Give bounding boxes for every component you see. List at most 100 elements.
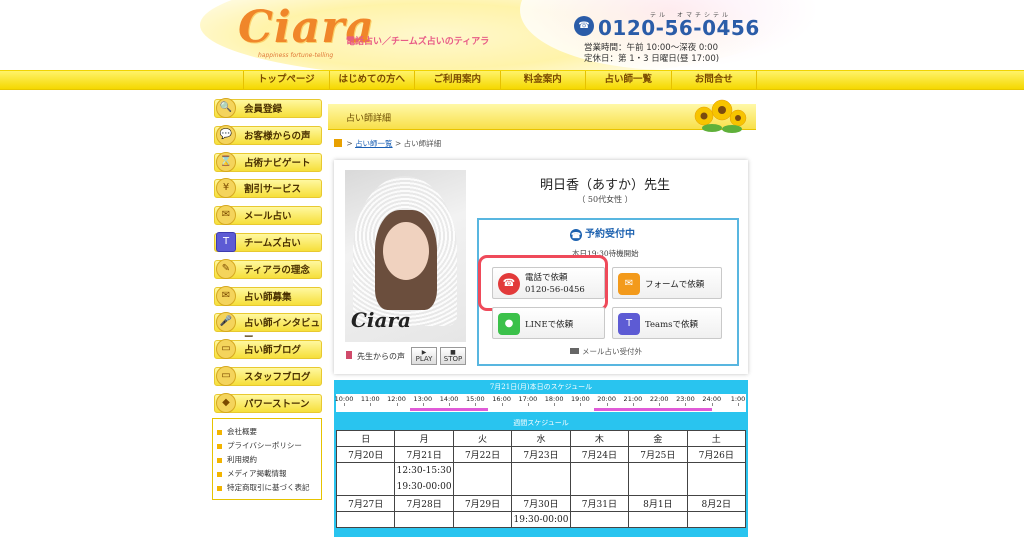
header-phone-number[interactable]: 0120-56-0456 xyxy=(598,16,760,40)
timeline-tick-mark xyxy=(685,403,687,406)
timeline-available-slot xyxy=(409,408,489,411)
sidebar-item-teller-blog[interactable]: ▭ 占い師ブログ xyxy=(212,337,322,364)
sidebar: 🔍 会員登録 💬 お客様からの声 ⌛ 占術ナビゲート ¥ 割引サービス ✉ メール占い T… xyxy=(212,96,322,418)
sidebar-item-navigate[interactable]: ⌛ 占術ナビゲート xyxy=(212,150,322,177)
timeline-tick-label: 19:00 xyxy=(571,395,590,403)
timeline-tick-label: 11:00 xyxy=(360,395,380,403)
timeline-tick-label: 22:00 xyxy=(649,395,669,403)
sidebar-item-discount[interactable]: ¥ 割引サービス xyxy=(212,176,322,203)
link-company[interactable]: 会社概要 xyxy=(217,425,317,439)
timeline-available-slot xyxy=(593,408,712,411)
timeline-tick-mark xyxy=(738,403,739,406)
mail-reading-status: メール占い受付外 xyxy=(570,346,642,357)
timeline-tick-mark xyxy=(659,403,661,406)
scroll-icon: ✉ xyxy=(216,285,236,306)
weekday-header-row: 日月火水木金土 xyxy=(335,430,747,447)
voice-play-button[interactable]: ▶ PLAY xyxy=(411,347,437,365)
weekly-schedule-table: 日月火水木金土 7月20日 7月21日 7月22日 7月23日 7月24日 7月25日 7月… xyxy=(335,430,747,528)
sidebar-item-philosophy[interactable]: ✎ ティアラの理念 xyxy=(212,257,322,284)
phone-icon: ☎ xyxy=(574,16,594,36)
nav-first-time[interactable]: はじめての方へ xyxy=(330,71,415,89)
sunflower-decoration-icon xyxy=(694,99,747,133)
link-terms[interactable]: 利用規約 xyxy=(217,453,317,467)
sidebar-item-power-stone[interactable]: ◆ パワーストーン xyxy=(212,391,322,418)
sidebar-item-recruit[interactable]: ✉ 占い師募集 xyxy=(212,284,322,311)
logo-subtitle: happiness fortune-telling xyxy=(258,52,334,59)
timeline-tick-label: 23:00 xyxy=(676,395,695,403)
teller-voice-label: 先生からの声 xyxy=(357,352,405,361)
sidebar-item-staff-blog[interactable]: ▭ スタッフブログ xyxy=(212,364,322,391)
scroll-icon: ✎ xyxy=(216,258,236,279)
link-privacy[interactable]: プライバシーポリシー xyxy=(217,439,317,453)
closed-days: 定休日：第 1・3 日曜日(昼 17:00) xyxy=(584,54,720,64)
breadcrumb-teller-list[interactable]: 占い師一覧 xyxy=(355,139,393,148)
booking-status: ☎ 予約受付中 xyxy=(570,229,635,241)
envelope-icon: ✉ xyxy=(618,273,640,295)
sidebar-item-customer-voices[interactable]: 💬 お客様からの声 xyxy=(212,123,322,150)
today-timeline: 10:00 11:00 12:00 13:00 14:00 15:00 16:00 17:00… xyxy=(334,394,746,412)
breadcrumb-current: 占い師詳細 xyxy=(403,139,442,148)
nav-top[interactable]: トップページ xyxy=(243,71,330,89)
page-title: 占い師詳細 xyxy=(346,114,392,124)
link-commerce-law[interactable]: 特定商取引に基づく表記 xyxy=(217,481,317,495)
line-icon: ● xyxy=(498,313,520,335)
hourglass-icon: ⌛ xyxy=(216,151,236,172)
timeline-tick-mark xyxy=(449,403,451,406)
monitor-icon: ▭ xyxy=(216,365,236,386)
timeline-tick-mark xyxy=(580,403,582,406)
table-row: 19:30-00:00 xyxy=(335,511,747,528)
teller-age: （ 50代女性 ） xyxy=(577,195,633,204)
timeline-tick-mark xyxy=(527,403,529,406)
timeline-tick-label: 10:00 xyxy=(334,395,354,403)
timeline-tick-mark xyxy=(711,403,713,406)
teams-icon: T xyxy=(618,313,640,335)
timeline-tick-mark xyxy=(370,403,372,406)
today-schedule-header: 7月21日(月)本日のスケジュール xyxy=(489,383,593,391)
speech-bubble-icon: 💬 xyxy=(216,124,236,145)
weekly-schedule-header: 週間スケジュール xyxy=(513,419,569,427)
speaker-icon xyxy=(346,351,352,359)
sidebar-item-teams-reading[interactable]: T チームズ占い xyxy=(212,230,322,257)
sidebar-item-mail-reading[interactable]: ✉ メール占い xyxy=(212,203,322,230)
timeline-tick-label: 14:00 xyxy=(439,395,459,403)
breadcrumb: > 占い師一覧 > 占い師詳細 xyxy=(334,138,441,149)
timeline-tick-mark xyxy=(475,403,477,406)
table-row: 12:30-15:30 19:30-00:00 xyxy=(335,462,747,496)
timeline-tick-mark xyxy=(422,403,424,406)
nav-usage-guide[interactable]: ご利用案内 xyxy=(415,71,501,89)
timeline-tick-mark xyxy=(606,403,608,406)
magnifier-icon: 🔍 xyxy=(216,98,236,118)
timeline-tick-mark xyxy=(396,403,398,406)
timeline-tick-label: 1:00 xyxy=(730,395,746,403)
nav-teller-list[interactable]: 占い師一覧 xyxy=(586,71,672,89)
phone-icon: ☎ xyxy=(570,229,582,241)
teams-request-button[interactable]: T Teamsで依頼 xyxy=(612,307,722,339)
teams-icon: T xyxy=(216,231,236,252)
timeline-tick-label: 21:00 xyxy=(623,395,643,403)
timeline-tick-label: 24:00 xyxy=(702,395,722,403)
photo-watermark-logo: Ciara xyxy=(351,308,411,332)
timeline-tick-mark xyxy=(501,403,503,406)
phone-button-highlight xyxy=(478,255,608,311)
nav-contact[interactable]: お問合せ xyxy=(672,71,757,89)
teller-photo: Ciara xyxy=(345,170,466,342)
teller-name: 明日香（あすか）先生 xyxy=(539,178,670,193)
voice-stop-button[interactable]: ■ STOP xyxy=(440,347,466,365)
sidebar-item-interview[interactable]: 🎤 占い師インタビュー xyxy=(212,310,322,343)
timeline-tick-mark xyxy=(632,403,634,406)
timeline-tick-label: 15:00 xyxy=(465,395,485,403)
timeline-tick-label: 13:00 xyxy=(413,395,433,403)
envelope-icon xyxy=(570,348,579,354)
link-media[interactable]: メディア掲載情報 xyxy=(217,467,317,481)
footer-links-box: 会社概要 プライバシーポリシー 利用規約 メディア掲載情報 特定商取引に基づく表… xyxy=(212,418,322,500)
home-icon[interactable] xyxy=(334,139,342,147)
timeline-tick-label: 18:00 xyxy=(544,395,564,403)
table-row: 7月27日 7月28日 7月29日 7月30日 7月31日 8月1日 8月2日 xyxy=(335,495,747,512)
timeline-tick-label: 12:00 xyxy=(387,395,406,403)
timeline-tick-label: 20:00 xyxy=(597,395,617,403)
sidebar-item-register[interactable]: 🔍 会員登録 xyxy=(212,96,322,123)
timeline-tick-mark xyxy=(344,403,345,406)
line-request-button[interactable]: ● LINEで依頼 xyxy=(492,307,605,339)
nav-pricing[interactable]: 料金案内 xyxy=(501,71,586,89)
form-request-button[interactable]: ✉ フォームで依頼 xyxy=(612,267,722,299)
